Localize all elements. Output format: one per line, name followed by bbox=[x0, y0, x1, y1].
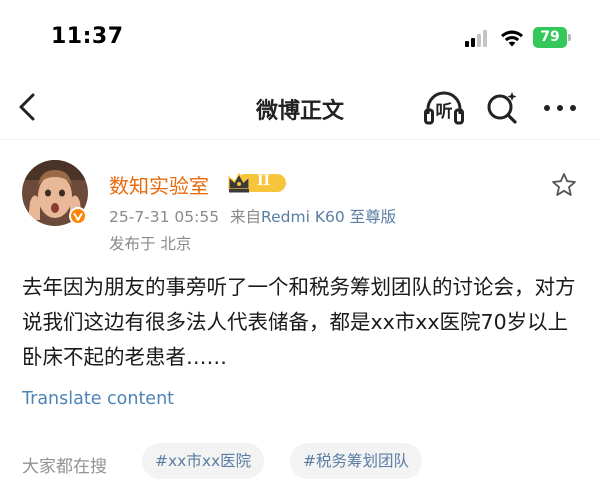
signal-icon bbox=[465, 30, 489, 47]
source-prefix: 来自 bbox=[230, 208, 262, 226]
post-timestamp: 25-7-31 05:55 bbox=[109, 208, 220, 226]
post-body: 去年因为朋友的事旁听了一个和税务筹划团队的讨论会，对方说我们这边有很多法人代表储… bbox=[22, 275, 576, 369]
star-icon[interactable] bbox=[550, 171, 578, 199]
battery-level: 79 bbox=[540, 29, 560, 45]
hot-search-tag[interactable]: #xx市xx医院 bbox=[142, 443, 265, 479]
listen-label: 听 bbox=[435, 102, 453, 122]
search-icon[interactable] bbox=[484, 90, 520, 126]
post-meta: 25-7-31 05:55 来自Redmi K60 至尊版 bbox=[109, 205, 396, 227]
user-name[interactable]: 数知实验室 bbox=[109, 170, 209, 199]
vip-level: II bbox=[257, 173, 271, 189]
battery-icon: 79 bbox=[533, 27, 571, 48]
hot-search-tag[interactable]: #税务筹划团队 bbox=[290, 443, 422, 479]
nav-bar: 微博正文 听 bbox=[0, 76, 600, 140]
status-bar: 11:37 79 bbox=[0, 0, 600, 76]
translate-link[interactable]: Translate content bbox=[22, 389, 174, 409]
vip-badge[interactable]: II bbox=[228, 171, 288, 195]
page-title: 微博正文 bbox=[255, 99, 344, 124]
post-location: 发布于 北京 bbox=[109, 235, 192, 253]
hot-search-label: 大家都在搜 bbox=[22, 457, 107, 477]
more-icon[interactable] bbox=[540, 98, 580, 118]
wifi-icon bbox=[501, 30, 523, 47]
status-time: 11:37 bbox=[51, 24, 124, 49]
verified-icon bbox=[69, 207, 87, 225]
back-icon[interactable] bbox=[12, 90, 44, 124]
source-device[interactable]: Redmi K60 至尊版 bbox=[261, 208, 396, 226]
